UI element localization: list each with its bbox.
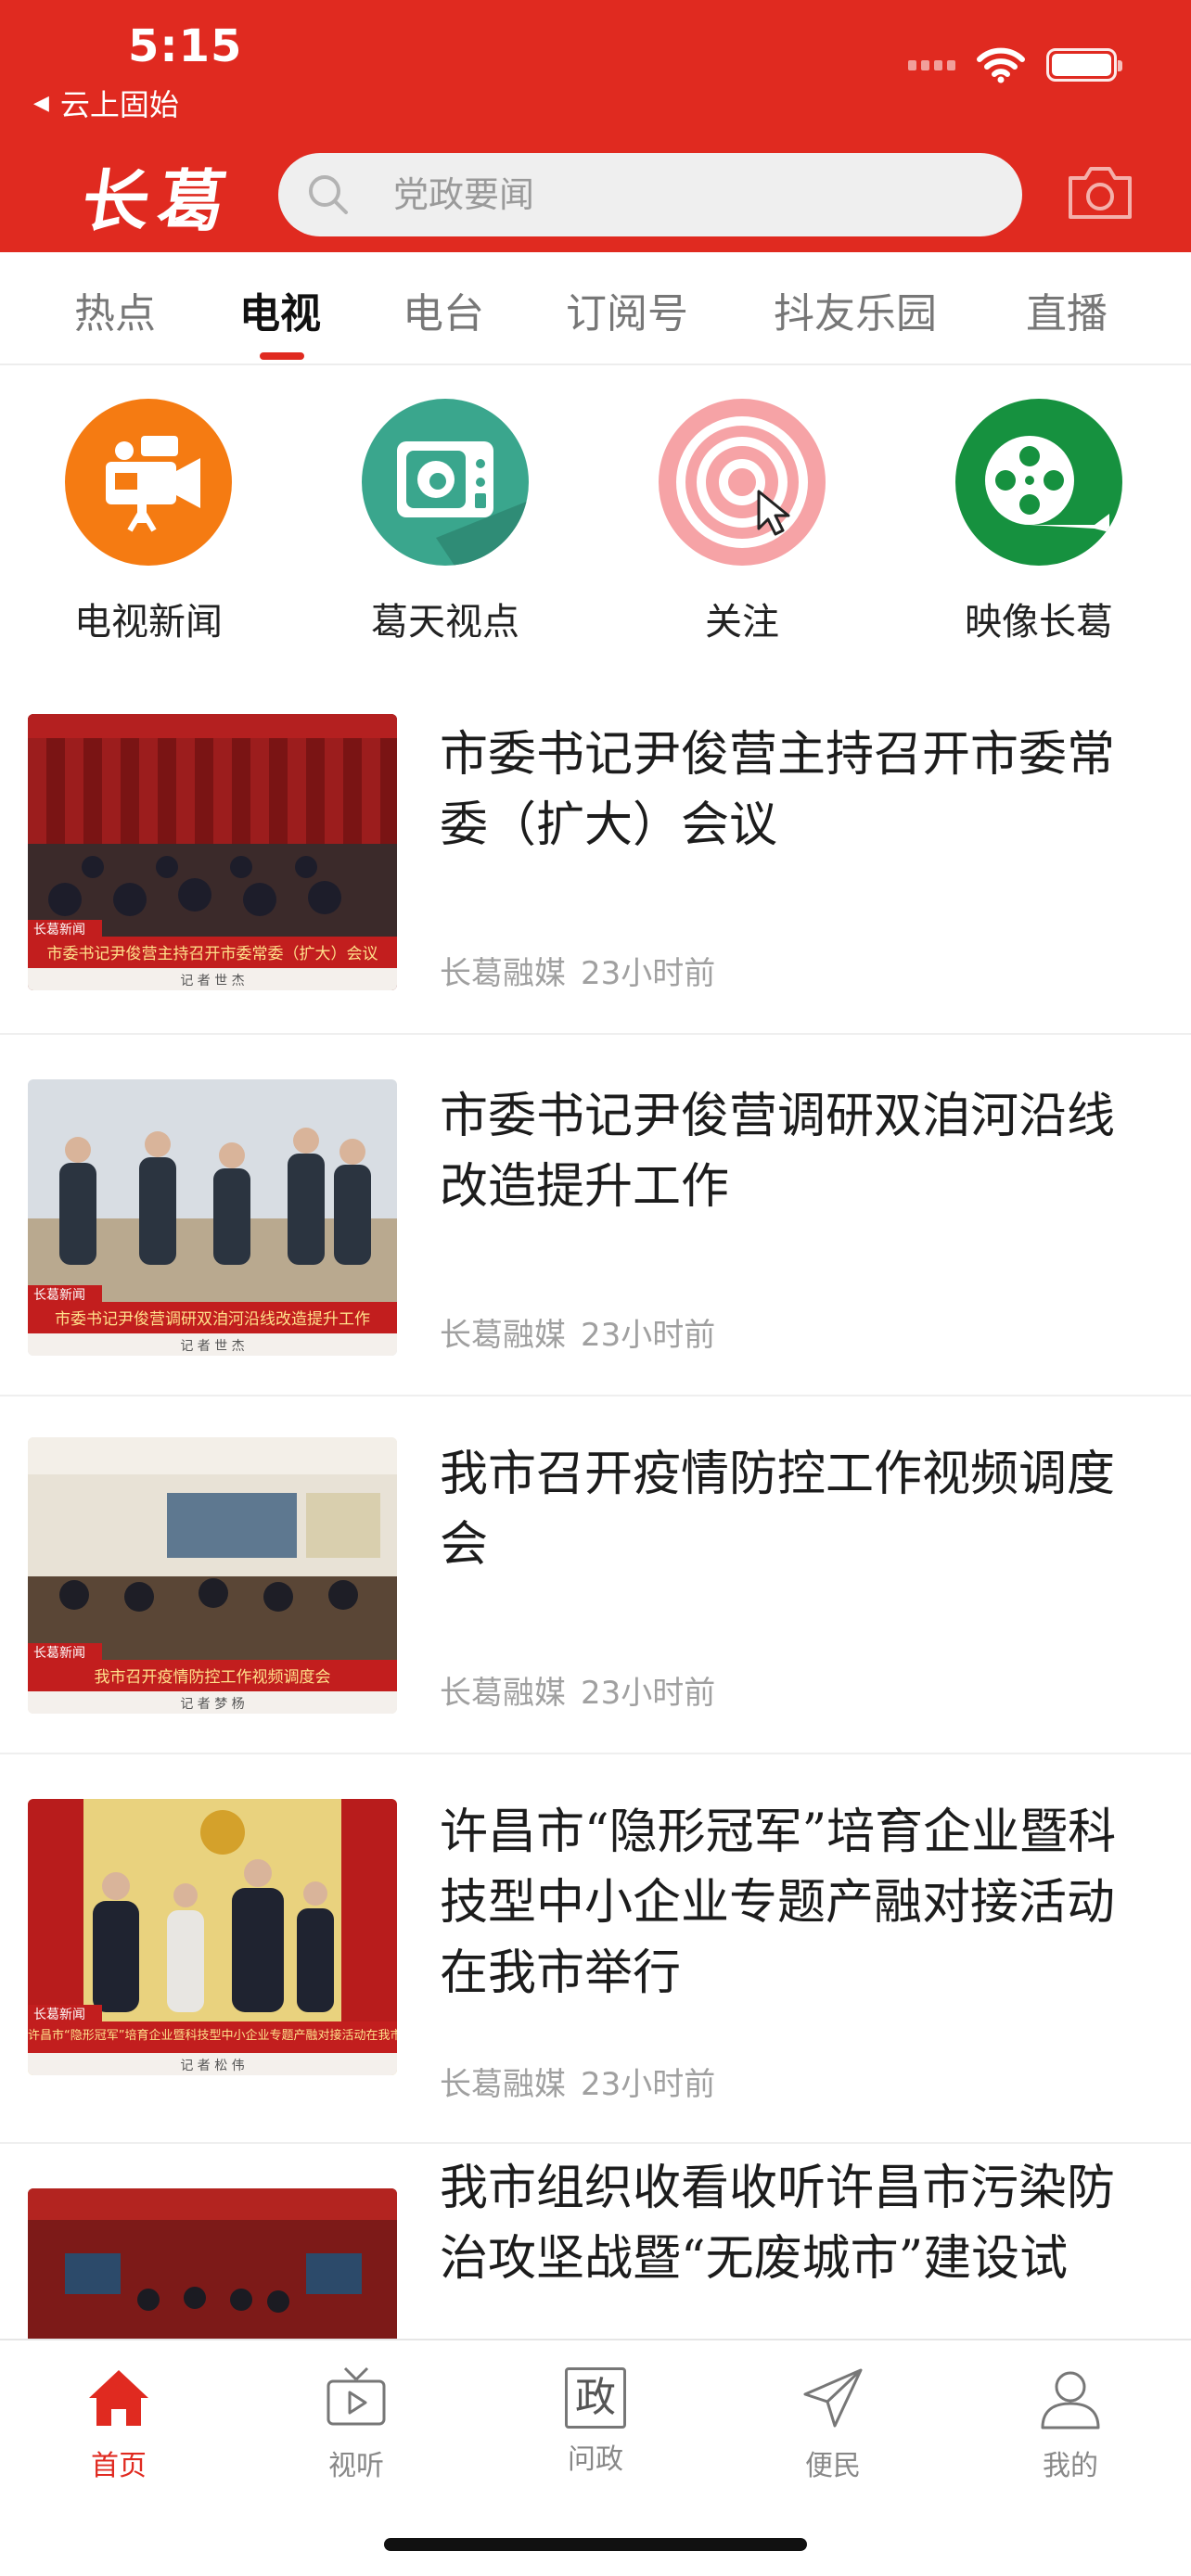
back-arrow-icon: ◀ bbox=[33, 91, 49, 115]
news-item[interactable]: 我市组织收看收听许昌市污染防治攻坚战暨“无废城市”建设试 bbox=[0, 2144, 1191, 2339]
tv-camera-icon bbox=[65, 399, 232, 566]
paper-plane-icon bbox=[803, 2368, 863, 2428]
news-source: 长葛融媒 bbox=[440, 955, 566, 992]
wifi-icon bbox=[977, 47, 1025, 83]
nav-inquiry[interactable]: 政 问政 bbox=[503, 2361, 688, 2477]
shortcut-label: 映像长葛 bbox=[965, 601, 1113, 644]
nav-label: 问政 bbox=[568, 2443, 623, 2476]
thumbnail-caption: 许昌市“隐形冠军”培育企业暨科技型中小企业专题产融对接活动在我市举行 bbox=[28, 2029, 397, 2043]
news-thumbnail: 长葛新闻 我市召开疫情防控工作视频调度会 记 者 梦 杨 bbox=[28, 1437, 397, 1714]
nav-label: 便民 bbox=[805, 2450, 861, 2482]
tab-tv[interactable]: 电视 bbox=[239, 280, 321, 339]
nav-label: 首页 bbox=[91, 2450, 147, 2482]
news-meta: 长葛融媒 23小时前 bbox=[440, 948, 715, 993]
news-time: 23小时前 bbox=[581, 1317, 716, 1354]
shortcut-follow[interactable]: 关注 bbox=[631, 399, 853, 645]
news-meta: 长葛融媒 23小时前 bbox=[440, 1309, 715, 1355]
thumbnail-reporter: 记 者 梦 杨 bbox=[180, 1697, 245, 1712]
news-time: 23小时前 bbox=[581, 1675, 716, 1712]
tv-play-icon bbox=[327, 2366, 386, 2426]
app-logo: 长葛 bbox=[77, 161, 241, 240]
target-icon bbox=[659, 399, 826, 566]
search-icon bbox=[309, 175, 348, 214]
news-time: 23小时前 bbox=[581, 955, 716, 992]
status-time: 5:15 bbox=[128, 20, 243, 72]
news-title: 我市组织收看收听许昌市污染防治攻坚战暨“无废城市”建设试 bbox=[440, 2161, 1116, 2287]
news-item[interactable]: 长葛新闻 我市召开疫情防控工作视频调度会 记 者 梦 杨 我市召开疫情防控工作视… bbox=[0, 1396, 1191, 1754]
thumbnail-tag: 长葛新闻 bbox=[33, 1288, 85, 1303]
nav-audio-video[interactable]: 视听 bbox=[263, 2361, 449, 2483]
thumbnail-tag: 长葛新闻 bbox=[33, 923, 85, 937]
news-source: 长葛融媒 bbox=[440, 1675, 566, 1712]
tab-subscriptions[interactable]: 订阅号 bbox=[566, 280, 688, 339]
news-source: 长葛融媒 bbox=[440, 2066, 566, 2103]
news-time: 23小时前 bbox=[581, 2066, 716, 2103]
shortcut-changge-image[interactable]: 映像长葛 bbox=[928, 399, 1150, 645]
thumbnail-tag: 长葛新闻 bbox=[33, 2008, 85, 2022]
shortcut-label: 关注 bbox=[705, 601, 779, 644]
user-icon bbox=[1041, 2371, 1100, 2429]
channel-tabs: 热点 电视 电台 订阅号 抖友乐园 直播 bbox=[0, 252, 1191, 365]
app-header: 5:15 ◀ 云上固始 长葛 bbox=[0, 0, 1191, 252]
shortcut-grid: 电视新闻 葛天视点 关注 映像长葛 bbox=[0, 365, 1191, 662]
shortcut-label: 电视新闻 bbox=[74, 601, 223, 644]
nav-label: 我的 bbox=[1043, 2450, 1098, 2482]
news-thumbnail: 长葛新闻 许昌市“隐形冠军”培育企业暨科技型中小企业专题产融对接活动在我市举行 … bbox=[28, 1799, 397, 2075]
camera-icon[interactable] bbox=[1065, 159, 1135, 224]
nav-home[interactable]: 首页 bbox=[26, 2361, 211, 2483]
active-tab-indicator bbox=[260, 352, 304, 360]
cellular-signal-icon bbox=[908, 59, 955, 70]
thumbnail-caption: 我市召开疫情防控工作视频调度会 bbox=[94, 1668, 331, 1687]
tab-hot[interactable]: 热点 bbox=[74, 280, 156, 339]
back-app-label: 云上固始 bbox=[59, 87, 179, 122]
tab-douyou-park[interactable]: 抖友乐园 bbox=[774, 280, 937, 339]
news-item[interactable]: 长葛新闻 许昌市“隐形冠军”培育企业暨科技型中小企业专题产融对接活动在我市举行 … bbox=[0, 1754, 1191, 2144]
status-indicators bbox=[908, 46, 1122, 83]
thumbnail-caption: 市委书记尹俊营主持召开市委常委（扩大）会议 bbox=[46, 945, 378, 963]
shortcut-getian-viewpoint[interactable]: 葛天视点 bbox=[334, 399, 557, 645]
news-meta: 长葛融媒 23小时前 bbox=[440, 1667, 715, 1713]
retro-tv-icon bbox=[362, 399, 529, 566]
thumbnail-reporter: 记 者 世 杰 bbox=[180, 1339, 245, 1354]
news-item[interactable]: 长葛新闻 市委书记尹俊营调研双洎河沿线改造提升工作 记 者 世 杰 市委书记尹俊… bbox=[0, 1035, 1191, 1396]
home-icon bbox=[89, 2370, 148, 2426]
news-title: 我市召开疫情防控工作视频调度会 bbox=[440, 1447, 1116, 1573]
news-title: 市委书记尹俊营调研双洎河沿线改造提升工作 bbox=[440, 1089, 1116, 1215]
nav-label: 视听 bbox=[328, 2450, 384, 2482]
tab-live[interactable]: 直播 bbox=[1026, 280, 1108, 339]
thumbnail-reporter: 记 者 世 杰 bbox=[180, 974, 245, 988]
home-indicator[interactable] bbox=[384, 2538, 807, 2551]
film-reel-icon bbox=[955, 399, 1122, 566]
news-item[interactable]: 长葛新闻 市委书记尹俊营主持召开市委常委（扩大）会议 记 者 世 杰 市委书记尹… bbox=[0, 686, 1191, 1035]
news-thumbnail: 长葛新闻 市委书记尹俊营调研双洎河沿线改造提升工作 记 者 世 杰 bbox=[28, 1079, 397, 1356]
thumbnail-caption: 市委书记尹俊营调研双洎河沿线改造提升工作 bbox=[55, 1310, 370, 1329]
zheng-icon: 政 bbox=[565, 2367, 626, 2429]
news-thumbnail bbox=[28, 2188, 397, 2339]
shortcut-tv-news[interactable]: 电视新闻 bbox=[37, 399, 260, 645]
back-to-app-link[interactable]: ◀ 云上固始 bbox=[33, 82, 179, 124]
thumbnail-reporter: 记 者 松 伟 bbox=[180, 2059, 245, 2073]
shortcut-label: 葛天视点 bbox=[371, 601, 519, 644]
tab-radio[interactable]: 电台 bbox=[403, 280, 484, 339]
news-title: 市委书记尹俊营主持召开市委常委（扩大）会议 bbox=[440, 727, 1116, 853]
news-thumbnail: 长葛新闻 市委书记尹俊营主持召开市委常委（扩大）会议 记 者 世 杰 bbox=[28, 714, 397, 990]
news-source: 长葛融媒 bbox=[440, 1317, 566, 1354]
nav-convenience[interactable]: 便民 bbox=[740, 2361, 926, 2483]
battery-icon bbox=[1046, 48, 1122, 82]
nav-profile[interactable]: 我的 bbox=[978, 2361, 1163, 2483]
thumbnail-tag: 长葛新闻 bbox=[33, 1646, 85, 1661]
search-bar[interactable] bbox=[278, 153, 1022, 236]
search-input[interactable] bbox=[393, 174, 950, 215]
news-title: 许昌市“隐形冠军”培育企业暨科技型中小企业专题产融对接活动在我市举行 bbox=[440, 1804, 1117, 2001]
news-meta: 长葛融媒 23小时前 bbox=[440, 2059, 715, 2104]
